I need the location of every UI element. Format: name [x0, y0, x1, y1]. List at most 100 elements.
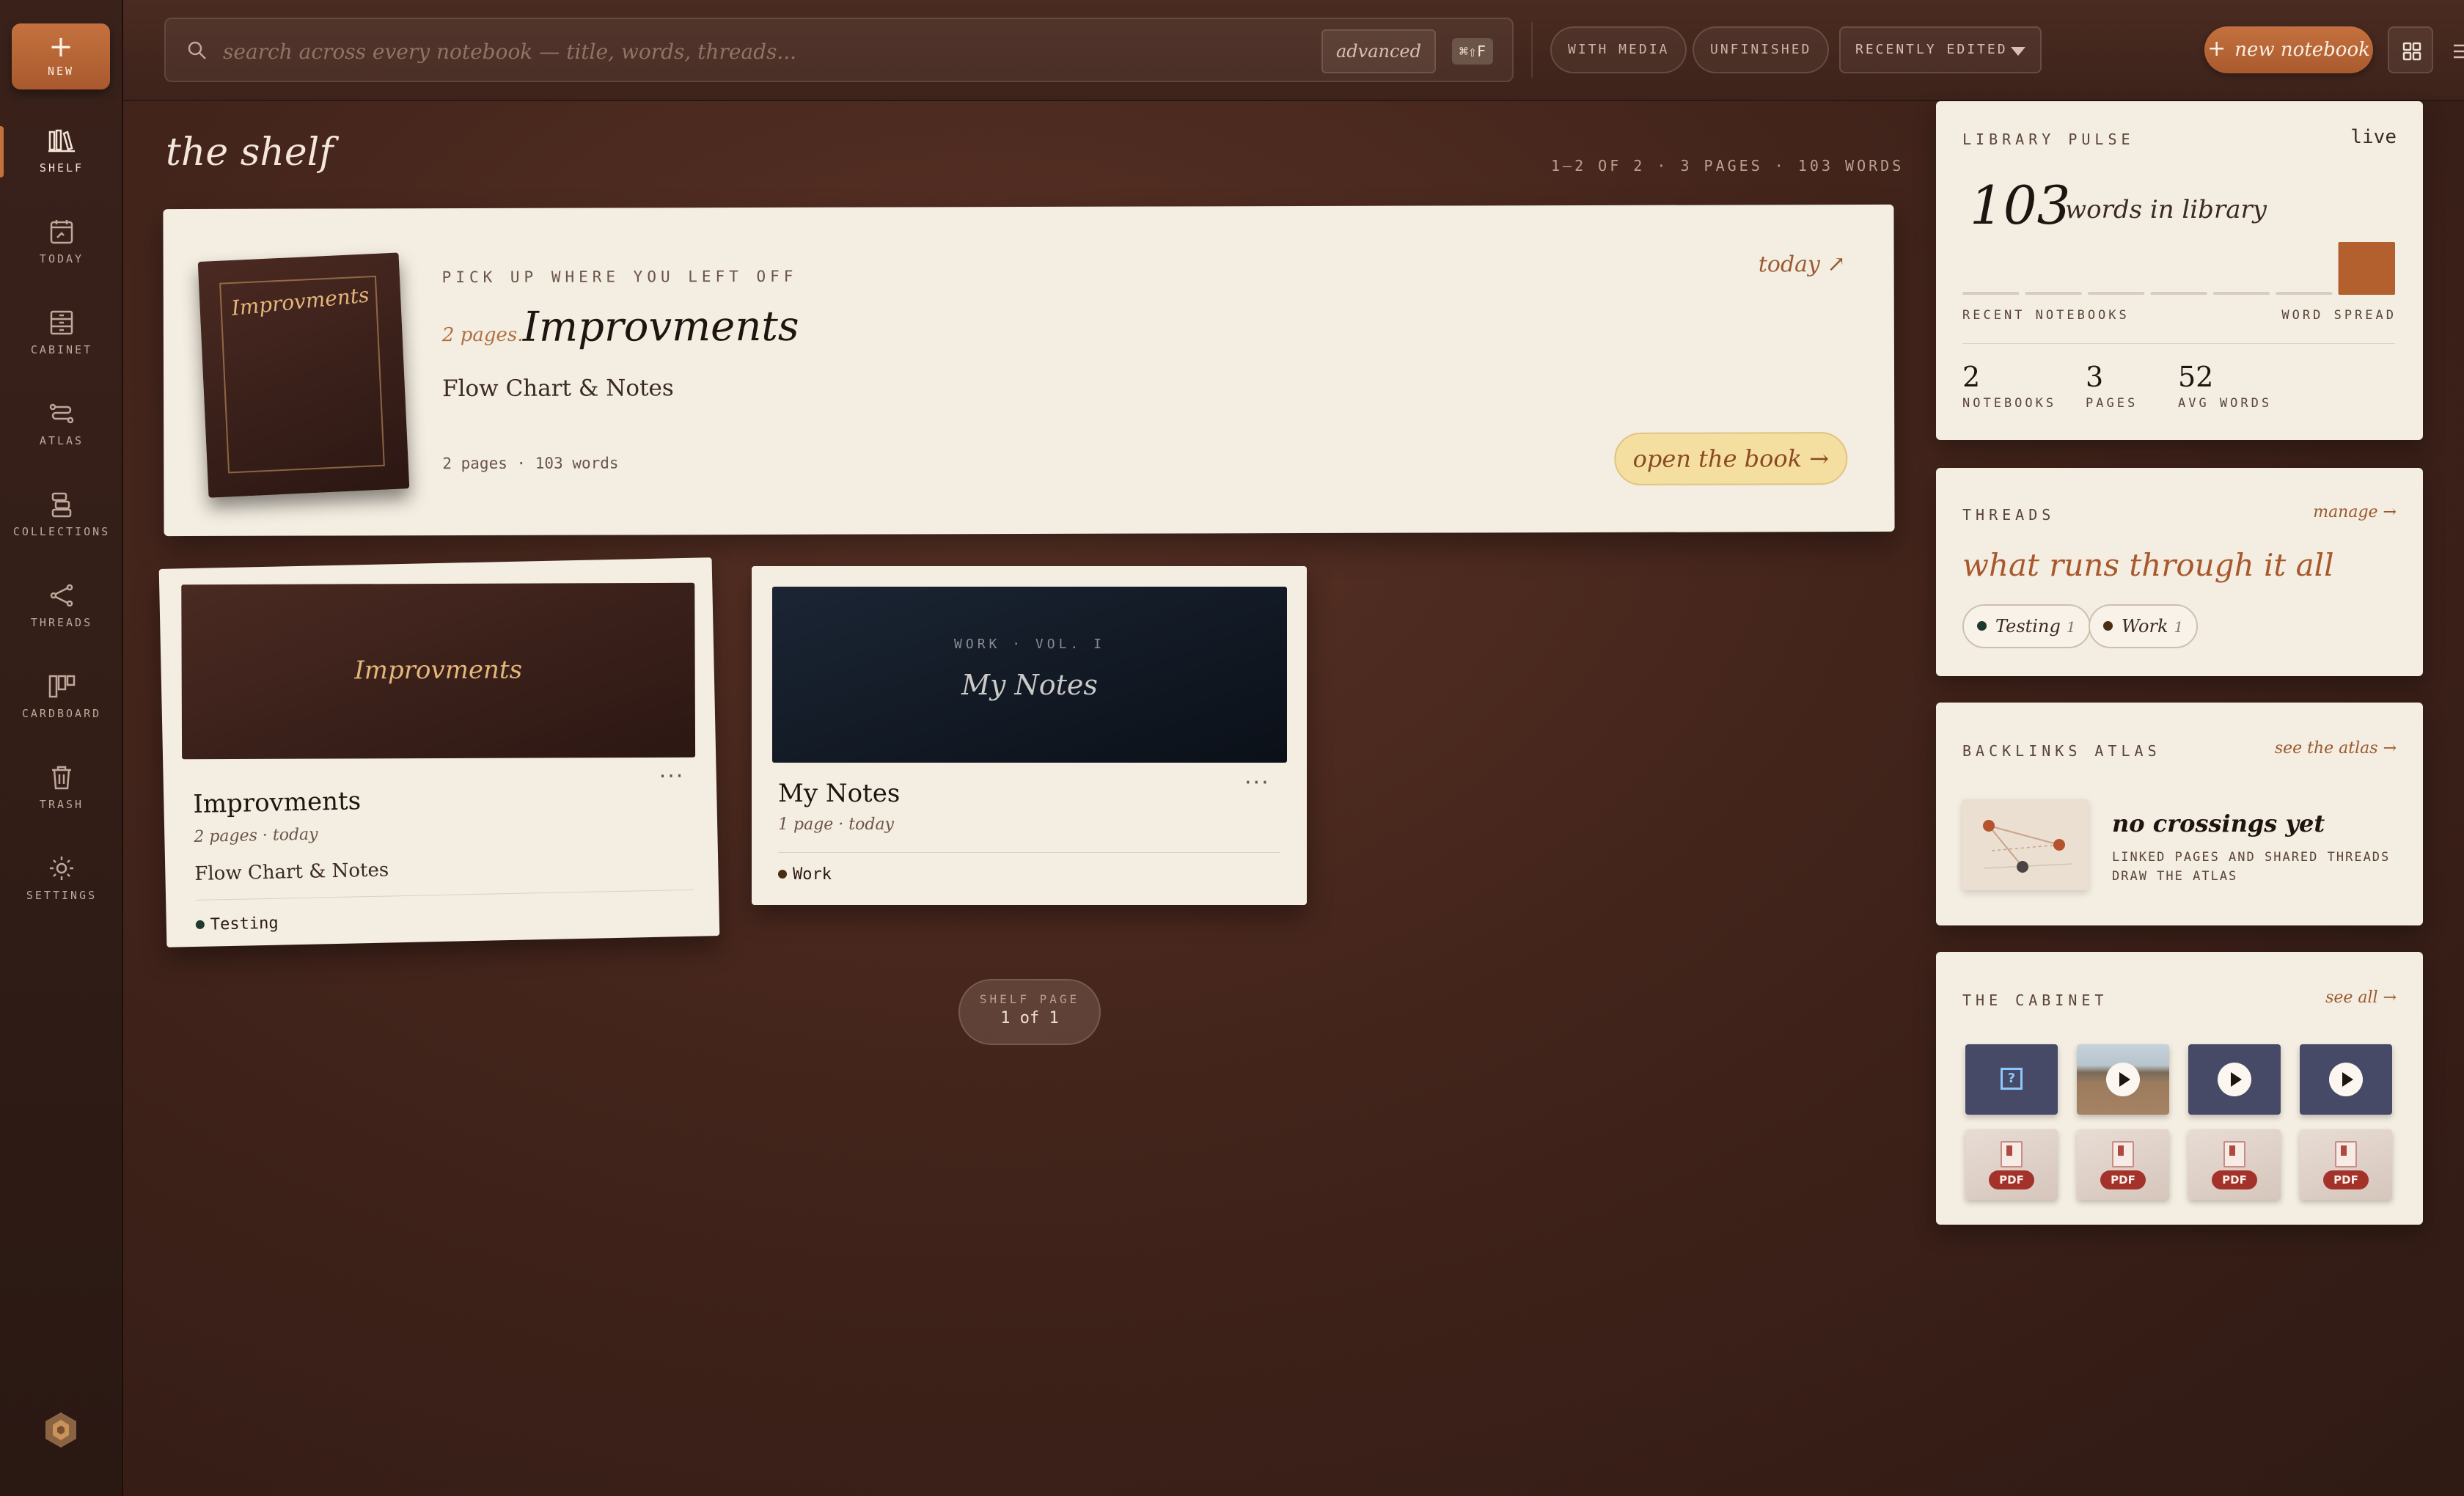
- sidebar-item-label: SETTINGS: [26, 889, 98, 902]
- word-spread-bar: [2338, 242, 2395, 295]
- sidebar-item-today[interactable]: TODAY: [0, 219, 123, 265]
- thread-tag[interactable]: Testing: [195, 914, 279, 934]
- top-bar: advanced ⌘⇧F WITH MEDIA UNFINISHED RECEN…: [123, 0, 2464, 101]
- word-total: 103: [1970, 175, 2071, 236]
- sidebar-item-label: THREADS: [30, 616, 93, 629]
- pdf-file-icon: [2223, 1141, 2245, 1167]
- search-input[interactable]: [223, 35, 1176, 67]
- sidebar-item-cardboard[interactable]: CARDBOARD: [0, 673, 123, 720]
- backlinks-atlas-panel: BACKLINKS ATLAS see the atlas → no cross…: [1936, 703, 2423, 925]
- atlas-icon: [49, 403, 74, 424]
- continue-reading-card[interactable]: Improvments PICK UP WHERE YOU LEFT OFF 2…: [163, 204, 1895, 537]
- sidebar-item-trash[interactable]: TRASH: [0, 764, 123, 811]
- sidebar: + NEW SHELF TODAY CABINET ATLAS COLLECTI…: [0, 0, 123, 1496]
- thread-count: 1: [2066, 618, 2076, 636]
- manage-threads-link[interactable]: manage →: [2313, 503, 2397, 521]
- tag-label: Work: [793, 865, 832, 884]
- word-spread-bar: [2025, 292, 2082, 295]
- sidebar-item-shelf[interactable]: SHELF: [0, 128, 123, 175]
- thread-name: Testing: [1995, 616, 2061, 637]
- stat-label: NOTEBOOKS: [1962, 396, 2057, 411]
- cabinet-icon: [50, 310, 73, 335]
- sidebar-item-cabinet[interactable]: CABINET: [0, 309, 123, 356]
- atlas-empty-text: LINKED PAGES AND SHARED THREADS DRAW THE…: [2112, 850, 2391, 884]
- search-bar: advanced ⌘⇧F: [164, 18, 1514, 82]
- cover-title: My Notes: [961, 669, 1098, 701]
- more-options-icon[interactable]: ···: [1244, 770, 1270, 796]
- threads-icon: [50, 584, 73, 607]
- notebook-cover: WORK · VOL. I My Notes: [772, 587, 1287, 763]
- list-icon: [2454, 44, 2464, 59]
- list-view-button[interactable]: [2438, 26, 2464, 73]
- shelf-pager: SHELF PAGE 1 of 1: [958, 979, 1101, 1045]
- stat-value: 2: [1962, 361, 1981, 393]
- thread-pill-testing[interactable]: Testing 1: [1962, 604, 2091, 648]
- hero-page-count: 2 pages.: [441, 323, 524, 347]
- unknown-file-icon: ?: [2001, 1068, 2023, 1090]
- new-notebook-button[interactable]: + new notebook: [2204, 26, 2373, 73]
- notebook-card[interactable]: WORK · VOL. I My Notes My Notes ··· 1 pa…: [752, 566, 1307, 905]
- word-spread-bar: [1962, 292, 2020, 295]
- word-spread-chart: [1962, 242, 2395, 295]
- thread-tag[interactable]: Work: [778, 865, 832, 884]
- pdf-file-icon: [2112, 1141, 2134, 1167]
- notebook-card[interactable]: Improvments Improvments ··· 2 pages · to…: [158, 557, 720, 947]
- sidebar-item-settings[interactable]: SETTINGS: [0, 855, 123, 902]
- card-divider: [778, 852, 1280, 853]
- stat-pages: 3 PAGES: [2086, 361, 2138, 411]
- stat-label: AVG WORDS: [2178, 396, 2273, 411]
- cabinet-tile[interactable]: [2300, 1044, 2392, 1115]
- trash-icon: [52, 766, 71, 790]
- cabinet-tile[interactable]: [2188, 1044, 2281, 1115]
- tag-label: Testing: [210, 914, 279, 934]
- thread-pill-work[interactable]: Work 1: [2089, 604, 2199, 648]
- see-all-cabinet-link[interactable]: see all →: [2325, 989, 2397, 1007]
- cabinet-tile[interactable]: PDF: [2300, 1129, 2392, 1200]
- threads-tagline: what runs through it all: [1962, 547, 2334, 583]
- notebook-meta: 2 pages · today: [194, 825, 318, 847]
- sort-select-value: RECENTLY EDITED: [1855, 42, 2008, 57]
- pdf-file-icon: [2335, 1141, 2357, 1167]
- more-options-icon[interactable]: ···: [659, 763, 684, 790]
- cardboard-icon: [48, 675, 76, 698]
- advanced-search-button[interactable]: advanced: [1321, 29, 1436, 73]
- cabinet-tile[interactable]: PDF: [1965, 1129, 2058, 1200]
- filter-with-media[interactable]: WITH MEDIA: [1550, 26, 1687, 73]
- grid-view-button[interactable]: [2388, 26, 2433, 73]
- sidebar-item-label: CARDBOARD: [21, 707, 102, 720]
- see-atlas-link[interactable]: see the atlas →: [2275, 739, 2397, 758]
- word-total-unit: words in library: [2065, 195, 2267, 224]
- sidebar-item-label: CABINET: [30, 343, 93, 356]
- thread-dot: [2103, 621, 2113, 631]
- cabinet-tile[interactable]: PDF: [2077, 1129, 2169, 1200]
- hero-kicker: PICK UP WHERE YOU LEFT OFF: [441, 267, 798, 287]
- sort-select[interactable]: RECENTLY EDITED: [1839, 26, 2042, 73]
- new-button[interactable]: + NEW: [12, 23, 110, 89]
- notebook-cover: Improvments: [181, 582, 696, 760]
- live-status: live: [2350, 126, 2397, 148]
- pdf-badge: PDF: [2212, 1170, 2257, 1189]
- sidebar-item-collections[interactable]: COLLECTIONS: [0, 491, 123, 538]
- pager-label: SHELF PAGE: [979, 992, 1080, 1006]
- cabinet-tile[interactable]: ?: [1965, 1044, 2058, 1115]
- thread-count: 1: [2174, 618, 2184, 636]
- shelf-count: 1–2 OF 2 · 3 PAGES · 103 WORDS: [1551, 157, 1904, 175]
- sidebar-item-threads[interactable]: THREADS: [0, 582, 123, 629]
- library-pulse-panel: LIBRARY PULSE live 103 words in library …: [1936, 101, 2423, 440]
- last-edited-link[interactable]: today ↗: [1759, 252, 1846, 277]
- hero-subtitle: Flow Chart & Notes: [442, 375, 674, 403]
- filter-unfinished[interactable]: UNFINISHED: [1693, 26, 1830, 73]
- open-book-button[interactable]: open the book →: [1614, 432, 1848, 485]
- cabinet-tile[interactable]: [2077, 1044, 2169, 1115]
- pager-value: 1 of 1: [1000, 1009, 1059, 1027]
- sidebar-item-label: TODAY: [39, 252, 84, 265]
- hero-notebook-title: Improvments: [522, 302, 799, 351]
- cover-title: Improvments: [354, 655, 523, 686]
- sidebar-item-label: ATLAS: [39, 434, 84, 447]
- sidebar-item-atlas[interactable]: ATLAS: [0, 400, 123, 447]
- notebook-title: My Notes: [778, 779, 901, 808]
- chevron-down-icon: [2011, 47, 2025, 56]
- card-divider: [195, 889, 694, 901]
- app-logo-icon: [45, 1412, 76, 1448]
- cabinet-tile[interactable]: PDF: [2188, 1129, 2281, 1200]
